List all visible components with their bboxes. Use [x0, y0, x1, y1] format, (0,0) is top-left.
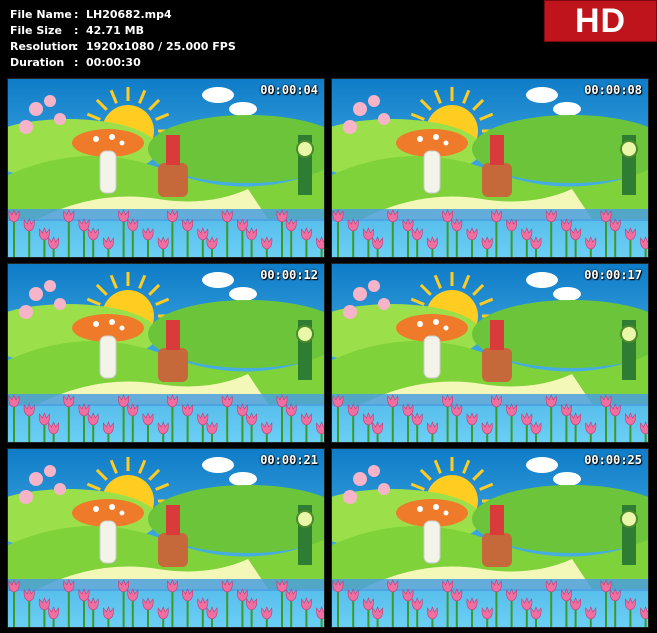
- duration-value: 00:00:30: [86, 56, 141, 69]
- video-thumbnail[interactable]: 00:00:21: [7, 448, 325, 628]
- thumbnail-timestamp: 00:00:04: [260, 83, 318, 97]
- cartoon-scene-illustration: [8, 449, 324, 627]
- separator: :: [74, 24, 79, 37]
- video-thumbnail[interactable]: 00:00:12: [7, 263, 325, 443]
- video-thumbnail[interactable]: 00:00:17: [331, 263, 649, 443]
- file-size-row: File Size : 42.71 MB: [10, 23, 236, 39]
- thumbnail-timestamp: 00:00:12: [260, 268, 318, 282]
- video-thumbnail[interactable]: 00:00:04: [7, 78, 325, 258]
- resolution-row: Resolution : 1920x1080 / 25.000 FPS: [10, 39, 236, 55]
- file-info-panel: File Name : LH20682.mp4 File Size : 42.7…: [10, 7, 236, 71]
- resolution-value: 1920x1080 / 25.000 FPS: [86, 40, 236, 53]
- thumbnail-timestamp: 00:00:08: [584, 83, 642, 97]
- cartoon-scene-illustration: [332, 264, 648, 442]
- resolution-label: Resolution: [10, 40, 77, 53]
- file-name-value: LH20682.mp4: [86, 8, 172, 21]
- file-name-label: File Name: [10, 8, 72, 21]
- video-thumbnail[interactable]: 00:00:25: [331, 448, 649, 628]
- thumbnail-timestamp: 00:00:21: [260, 453, 318, 467]
- file-name-row: File Name : LH20682.mp4: [10, 7, 236, 23]
- hd-badge: HD: [544, 0, 657, 42]
- duration-row: Duration : 00:00:30: [10, 55, 236, 71]
- thumbnail-timestamp: 00:00:17: [584, 268, 642, 282]
- cartoon-scene-illustration: [8, 264, 324, 442]
- cartoon-scene-illustration: [8, 79, 324, 257]
- video-thumbnail[interactable]: 00:00:08: [331, 78, 649, 258]
- separator: :: [74, 56, 79, 69]
- cartoon-scene-illustration: [332, 449, 648, 627]
- file-size-value: 42.71 MB: [86, 24, 144, 37]
- file-size-label: File Size: [10, 24, 62, 37]
- thumbnail-timestamp: 00:00:25: [584, 453, 642, 467]
- separator: :: [74, 40, 79, 53]
- separator: :: [74, 8, 79, 21]
- cartoon-scene-illustration: [332, 79, 648, 257]
- duration-label: Duration: [10, 56, 65, 69]
